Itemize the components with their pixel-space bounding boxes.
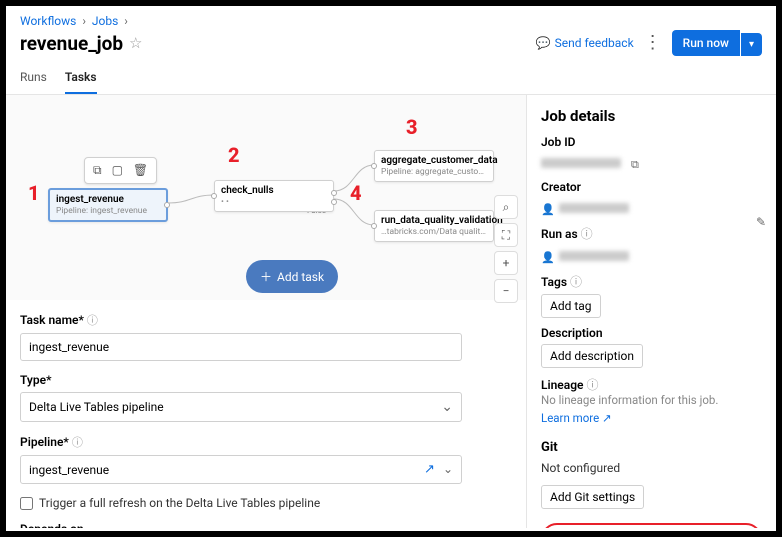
node-title: run_data_quality_validation: [381, 215, 487, 226]
zoom-out-icon[interactable]: −: [494, 279, 518, 303]
annotation-3: 3: [406, 115, 418, 139]
creator-label: Creator: [541, 180, 762, 194]
node-title: check_nulls: [221, 185, 327, 196]
canvas-tools: ⌕ ⛶ + −: [494, 195, 518, 303]
pipeline-value: ingest_revenue: [29, 463, 109, 477]
app-root: Workflows › Jobs › revenue_job ☆ 💬 Send …: [6, 6, 776, 531]
node-sub: • •: [221, 197, 327, 207]
learn-more-link[interactable]: Learn more ↗: [541, 411, 612, 425]
add-git-button[interactable]: Add Git settings: [541, 485, 644, 509]
breadcrumb: Workflows › Jobs ›: [6, 6, 776, 30]
port-in[interactable]: [211, 193, 217, 199]
task-form: Task name*ⓘ ingest_revenue Type* Delta L…: [6, 312, 526, 528]
desc-label: Description: [541, 326, 762, 340]
info-icon[interactable]: ⓘ: [87, 312, 98, 328]
breadcrumb-sep: ›: [82, 14, 86, 28]
info-icon[interactable]: ⓘ: [581, 225, 593, 242]
left-panel: True False ⧉ ▢ 🗑 ingest_revenue Pipeline…: [6, 95, 526, 528]
run-as-label: Run asⓘ: [541, 225, 762, 242]
task-canvas[interactable]: True False ⧉ ▢ 🗑 ingest_revenue Pipeline…: [6, 95, 526, 300]
schedules-panel: Schedules & Triggers Every day, next run…: [541, 523, 762, 528]
add-tag-button[interactable]: Add tag: [541, 294, 601, 318]
kebab-menu-icon[interactable]: ⋮: [644, 34, 662, 52]
breadcrumb-sep2: ›: [124, 14, 128, 28]
node-ingest-revenue[interactable]: ingest_revenue Pipeline: ingest_revenue: [48, 188, 168, 222]
titlebar: revenue_job ☆ 💬 Send feedback ⋮ Run now▾: [6, 30, 776, 64]
external-link-icon: ↗: [602, 411, 612, 425]
page-title: revenue_job: [20, 32, 123, 55]
type-select[interactable]: Delta Live Tables pipeline: [20, 392, 462, 422]
git-heading: Git: [541, 440, 762, 455]
node-aggregate-customer[interactable]: aggregate_customer_data Pipeline: aggreg…: [374, 150, 494, 182]
node-title: aggregate_customer_data: [381, 155, 487, 166]
port-in[interactable]: [371, 223, 377, 229]
type-label: Type*: [20, 373, 512, 387]
annotation-2: 2: [228, 143, 240, 167]
external-link-icon[interactable]: ↗: [424, 462, 435, 477]
node-toolbar: ⧉ ▢ 🗑: [84, 157, 157, 184]
user-icon: 👤: [541, 251, 555, 264]
task-name-label: Task name*ⓘ: [20, 312, 512, 328]
lineage-text: No lineage information for this job.: [541, 393, 762, 407]
full-refresh-label: Trigger a full refresh on the Delta Live…: [39, 496, 320, 510]
run-now-dropdown[interactable]: ▾: [741, 33, 762, 56]
zoom-in-icon[interactable]: +: [494, 251, 518, 275]
depends-label: Depends on: [20, 522, 512, 528]
annotation-1: 1: [28, 181, 40, 205]
tabs: Runs Tasks: [6, 64, 776, 95]
node-sub: Pipeline: ingest_revenue: [56, 206, 160, 216]
send-feedback-link[interactable]: 💬 Send feedback: [536, 36, 634, 50]
copy-icon[interactable]: ⧉: [631, 158, 639, 171]
port-out-false[interactable]: [331, 199, 337, 205]
node-sub: …tabricks.com/Data quality validation: [381, 227, 487, 237]
annotation-4: 4: [350, 181, 362, 205]
pipeline-label: Pipeline*ⓘ: [20, 434, 512, 450]
details-heading: Job details: [541, 107, 762, 125]
fullscreen-icon[interactable]: ⛶: [494, 223, 518, 247]
git-status: Not configured: [541, 461, 762, 475]
add-task-label: Add task: [277, 270, 324, 284]
send-feedback-label: Send feedback: [555, 36, 634, 50]
port-out-true[interactable]: [331, 190, 337, 196]
tags-label: Tagsⓘ: [541, 273, 762, 290]
chat-icon: 💬: [536, 36, 551, 50]
lineage-label: Lineageⓘ: [541, 376, 762, 393]
plus-icon: ＋: [260, 268, 272, 285]
tab-tasks[interactable]: Tasks: [65, 64, 97, 94]
port-in[interactable]: [371, 163, 377, 169]
breadcrumb-jobs[interactable]: Jobs: [92, 14, 118, 28]
node-run-data-quality[interactable]: run_data_quality_validation …tabricks.co…: [374, 210, 494, 242]
pencil-icon[interactable]: ✎: [756, 215, 766, 229]
chevron-down-icon[interactable]: ⌄: [443, 462, 453, 476]
body: True False ⧉ ▢ 🗑 ingest_revenue Pipeline…: [6, 95, 776, 528]
info-icon[interactable]: ⓘ: [587, 376, 599, 393]
run-as-value: 👤: [541, 246, 762, 265]
search-icon[interactable]: ⌕: [494, 195, 518, 219]
node-check-nulls[interactable]: check_nulls • •: [214, 180, 334, 212]
breadcrumb-workflows[interactable]: Workflows: [20, 14, 76, 28]
add-task-button[interactable]: ＋ Add task: [246, 260, 338, 293]
port-out[interactable]: [164, 202, 170, 208]
full-refresh-checkbox[interactable]: [20, 497, 33, 510]
node-title: ingest_revenue: [56, 194, 160, 205]
run-now-group: Run now▾: [672, 30, 762, 56]
info-icon[interactable]: ⓘ: [72, 434, 83, 450]
tab-runs[interactable]: Runs: [20, 64, 47, 94]
right-panel: ❯ Job details Job ID ⧉ Creator 👤 Run asⓘ…: [526, 95, 776, 528]
user-icon: 👤: [541, 203, 555, 216]
creator-value: 👤: [541, 198, 762, 217]
node-sub: Pipeline: aggregate_customers: [381, 167, 487, 177]
copy-icon[interactable]: ⧉: [93, 163, 102, 178]
job-id-value: ⧉: [541, 153, 762, 172]
task-name-input[interactable]: ingest_revenue: [20, 333, 462, 361]
add-description-button[interactable]: Add description: [541, 344, 643, 368]
job-id-label: Job ID: [541, 135, 762, 149]
info-icon[interactable]: ⓘ: [570, 273, 582, 290]
star-icon[interactable]: ☆: [129, 34, 142, 52]
pipeline-select[interactable]: ingest_revenue ↗ ⌄: [20, 455, 462, 484]
run-now-button[interactable]: Run now: [672, 30, 740, 56]
comment-icon[interactable]: ▢: [112, 163, 123, 178]
trash-icon[interactable]: 🗑: [133, 163, 148, 178]
full-refresh-row[interactable]: Trigger a full refresh on the Delta Live…: [20, 496, 512, 510]
